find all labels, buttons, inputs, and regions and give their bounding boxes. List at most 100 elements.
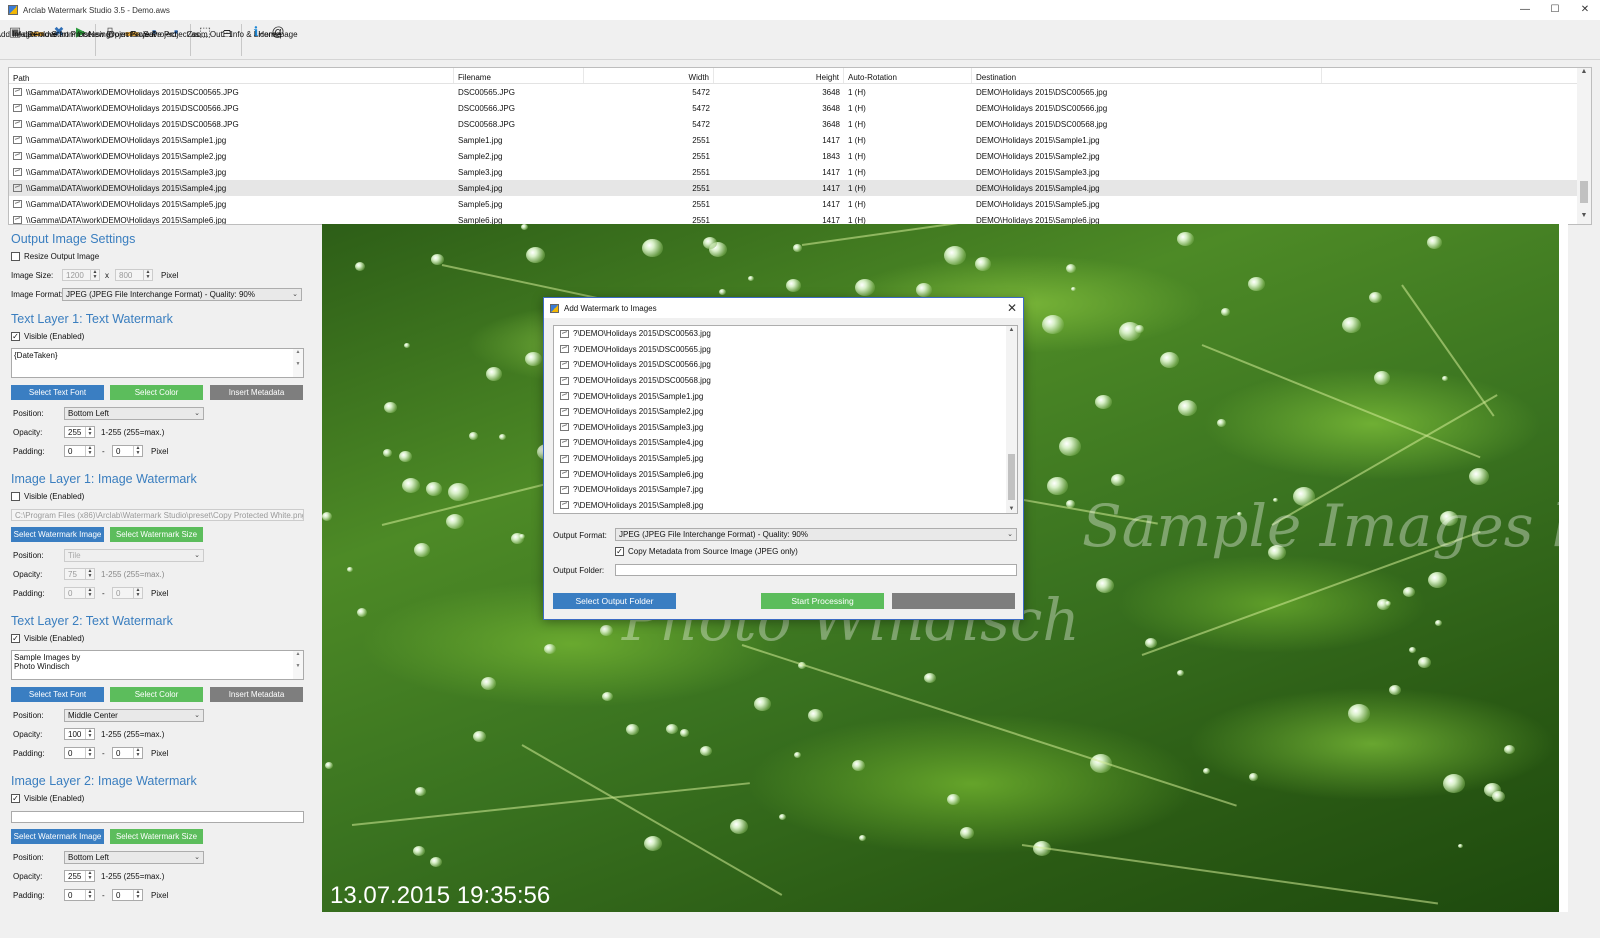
save-project-as-button[interactable]: ▪ Save Project as ...	[144, 20, 209, 60]
add-image-button[interactable]: ▣Add Image	[0, 20, 34, 60]
list-item[interactable]: ?\DEMO\Holidays 2015\DSC00565.jpg	[554, 342, 1017, 358]
stepper-arrows-icon[interactable]: ▲ ▼	[90, 270, 99, 280]
select-color-button[interactable]: Select Color	[110, 385, 203, 400]
dialog-output-folder-field[interactable]	[615, 564, 1017, 576]
stepper-arrows-icon[interactable]: ▲ ▼	[85, 569, 94, 579]
image-format-select[interactable]: JPEG (JPEG File Interchange Format) - Qu…	[62, 288, 302, 301]
select-watermark-image-button[interactable]: Select Watermark Image	[11, 527, 104, 542]
stepper-arrows-icon[interactable]: ▲ ▼	[85, 871, 94, 881]
image-layer-2-padding-x-stepper[interactable]: 0 ▲ ▼	[64, 889, 95, 901]
image-layer-1-padding-y-stepper[interactable]: 0 ▲ ▼	[112, 587, 143, 599]
list-item[interactable]: ?\DEMO\Holidays 2015\Sample5.jpg	[554, 451, 1017, 467]
stepper-arrows-icon[interactable]: ▲ ▼	[133, 588, 142, 598]
stepper-arrows-icon[interactable]: ▲ ▼	[85, 427, 94, 437]
minimize-button[interactable]: —	[1510, 0, 1540, 20]
select-watermark-size-button[interactable]: Select Watermark Size	[110, 829, 203, 844]
text-layer-1-visible-checkbox[interactable]: ✓ Visible (Enabled)	[11, 332, 84, 341]
image-layer-2-visible-checkbox[interactable]: ✓ Visible (Enabled)	[11, 794, 84, 803]
start-processing-button[interactable]: ▶ Start Processing	[52, 20, 111, 60]
image-layer-2-position-select[interactable]: Bottom Left ⌄	[64, 851, 204, 864]
table-row[interactable]: \\Gamma\DATA\work\DEMO\Holidays 2015\Sam…	[9, 148, 1591, 164]
list-item[interactable]: ?\DEMO\Holidays 2015\Sample4.jpg	[554, 435, 1017, 451]
textarea-scrollbar[interactable]: ▲ ▼	[293, 349, 303, 377]
list-item[interactable]: ?\DEMO\Holidays 2015\Sample6.jpg	[554, 466, 1017, 482]
image-layer-1-position-select[interactable]: Tile ⌄	[64, 549, 204, 562]
copy-metadata-checkbox[interactable]: ✓ Copy Metadata from Source Image (JPEG …	[615, 547, 798, 556]
file-list-scrollbar[interactable]: ▲ ▼	[1577, 68, 1591, 224]
table-row[interactable]: \\Gamma\DATA\work\DEMO\Holidays 2015\Sam…	[9, 164, 1591, 180]
column-header-height[interactable]: Height	[714, 68, 844, 83]
maximize-button[interactable]: ☐	[1540, 0, 1570, 20]
text-layer-1-padding-x-stepper[interactable]: 0 ▲ ▼	[64, 445, 95, 457]
text-layer-1-padding-y-stepper[interactable]: 0 ▲ ▼	[112, 445, 143, 457]
table-row[interactable]: \\Gamma\DATA\work\DEMO\Holidays 2015\DSC…	[9, 116, 1591, 132]
list-item[interactable]: ?\DEMO\Holidays 2015\DSC00568.jpg	[554, 373, 1017, 389]
text-layer-2-position-select[interactable]: Middle Center ⌄	[64, 709, 204, 722]
image-layer-2-opacity-stepper[interactable]: 255 ▲ ▼	[64, 870, 95, 882]
dialog-file-list[interactable]: ?\DEMO\Holidays 2015\DSC00563.jpg ?\DEMO\…	[553, 325, 1018, 514]
stepper-arrows-icon[interactable]: ▲ ▼	[133, 748, 142, 758]
dialog-list-scrollbar[interactable]: ▲ ▼	[1006, 326, 1017, 513]
dialog-start-processing-button[interactable]: Start Processing	[761, 593, 884, 609]
column-header-destination[interactable]: Destination	[972, 68, 1322, 83]
homepage-button[interactable]: @ Homepage	[258, 20, 297, 60]
scroll-down-icon[interactable]: ▼	[1006, 506, 1017, 512]
remove-from-list-button[interactable]: ✖ Remove from List	[28, 20, 91, 60]
checkbox-checked-icon[interactable]: ✓	[11, 794, 20, 803]
column-header-path[interactable]: Path	[9, 68, 454, 83]
resize-output-checkbox[interactable]: Resize Output Image	[11, 252, 99, 261]
zoom-1-1-button[interactable]: = 1:1	[216, 20, 238, 60]
image-layer-1-opacity-stepper[interactable]: 75 ▲ ▼	[64, 568, 95, 580]
image-layer-2-path-field[interactable]	[11, 811, 304, 823]
column-header-width[interactable]: Width	[584, 68, 714, 83]
add-folder-button[interactable]: ▬ Add Folder	[17, 20, 56, 60]
stepper-arrows-icon[interactable]: ▲ ▼	[85, 588, 94, 598]
list-item[interactable]: ?\DEMO\Holidays 2015\Sample7.jpg	[554, 482, 1017, 498]
image-layer-1-path-field[interactable]: C:\Program Files (x86)\Arclab\Watermark …	[11, 509, 304, 521]
dialog-output-format-select[interactable]: JPEG (JPEG File Interchange Format) - Qu…	[615, 528, 1017, 541]
new-project-button[interactable]: ▯ New Project	[88, 20, 131, 60]
table-row[interactable]: \\Gamma\DATA\work\DEMO\Holidays 2015\DSC…	[9, 84, 1591, 100]
stepper-arrows-icon[interactable]: ▲ ▼	[133, 446, 142, 456]
scroll-down-icon[interactable]: ▼	[1577, 212, 1591, 224]
close-button[interactable]: ✕	[1570, 0, 1600, 20]
insert-metadata-button[interactable]: Insert Metadata	[210, 385, 303, 400]
text-layer-2-padding-y-stepper[interactable]: 0 ▲ ▼	[112, 747, 143, 759]
text-layer-2-opacity-stepper[interactable]: 100 ▲ ▼	[64, 728, 95, 740]
stepper-arrows-icon[interactable]: ▲ ▼	[133, 890, 142, 900]
checkbox-checked-icon[interactable]: ✓	[11, 332, 20, 341]
text-layer-1-position-select[interactable]: Bottom Left ⌄	[64, 407, 204, 420]
open-project-button[interactable]: ▬ Open Project	[109, 20, 156, 60]
table-row[interactable]: \\Gamma\DATA\work\DEMO\Holidays 2015\DSC…	[9, 100, 1591, 116]
list-item[interactable]: ?\DEMO\Holidays 2015\Sample3.jpg	[554, 420, 1017, 436]
checkbox-icon[interactable]	[11, 252, 20, 261]
column-header-filename[interactable]: Filename	[454, 68, 584, 83]
table-row[interactable]: \\Gamma\DATA\work\DEMO\Holidays 2015\Sam…	[9, 196, 1591, 212]
select-output-folder-button[interactable]: Select Output Folder	[553, 593, 676, 609]
list-item[interactable]: ?\DEMO\Holidays 2015\Sample1.jpg	[554, 388, 1017, 404]
textarea-scrollbar[interactable]: ▲ ▼	[293, 651, 303, 679]
checkbox-checked-icon[interactable]: ✓	[615, 547, 624, 556]
text-layer-2-visible-checkbox[interactable]: ✓ Visible (Enabled)	[11, 634, 84, 643]
text-layer-1-text-input[interactable]: {DateTaken} ▲ ▼	[11, 348, 304, 378]
dialog-close-button[interactable]: ✕	[1007, 301, 1017, 315]
dialog-cancel-button[interactable]	[892, 593, 1015, 609]
save-project-button[interactable]: ▪ Save Project	[131, 20, 176, 60]
list-item[interactable]: ?\DEMO\Holidays 2015\DSC00566.jpg	[554, 357, 1017, 373]
stepper-arrows-icon[interactable]: ▲ ▼	[85, 748, 94, 758]
image-width-stepper[interactable]: 1200 ▲ ▼	[62, 269, 100, 281]
scroll-up-icon[interactable]: ▲	[1006, 327, 1017, 333]
checkbox-checked-icon[interactable]: ✓	[11, 634, 20, 643]
text-layer-2-padding-x-stepper[interactable]: 0 ▲ ▼	[64, 747, 95, 759]
stepper-arrows-icon[interactable]: ▲ ▼	[85, 890, 94, 900]
zoom-out-button[interactable]: ⬚ Zoom Out	[187, 20, 223, 60]
select-text-font-button[interactable]: Select Text Font	[11, 687, 104, 702]
text-layer-1-opacity-stepper[interactable]: 255 ▲ ▼	[64, 426, 95, 438]
select-watermark-image-button[interactable]: Select Watermark Image	[11, 829, 104, 844]
image-height-stepper[interactable]: 800 ▲ ▼	[115, 269, 153, 281]
scroll-up-icon[interactable]: ▲	[1577, 68, 1591, 80]
image-layer-1-padding-x-stepper[interactable]: 0 ▲ ▼	[64, 587, 95, 599]
stepper-arrows-icon[interactable]: ▲ ▼	[85, 446, 94, 456]
stepper-arrows-icon[interactable]: ▲ ▼	[143, 270, 152, 280]
checkbox-icon[interactable]	[11, 492, 20, 501]
